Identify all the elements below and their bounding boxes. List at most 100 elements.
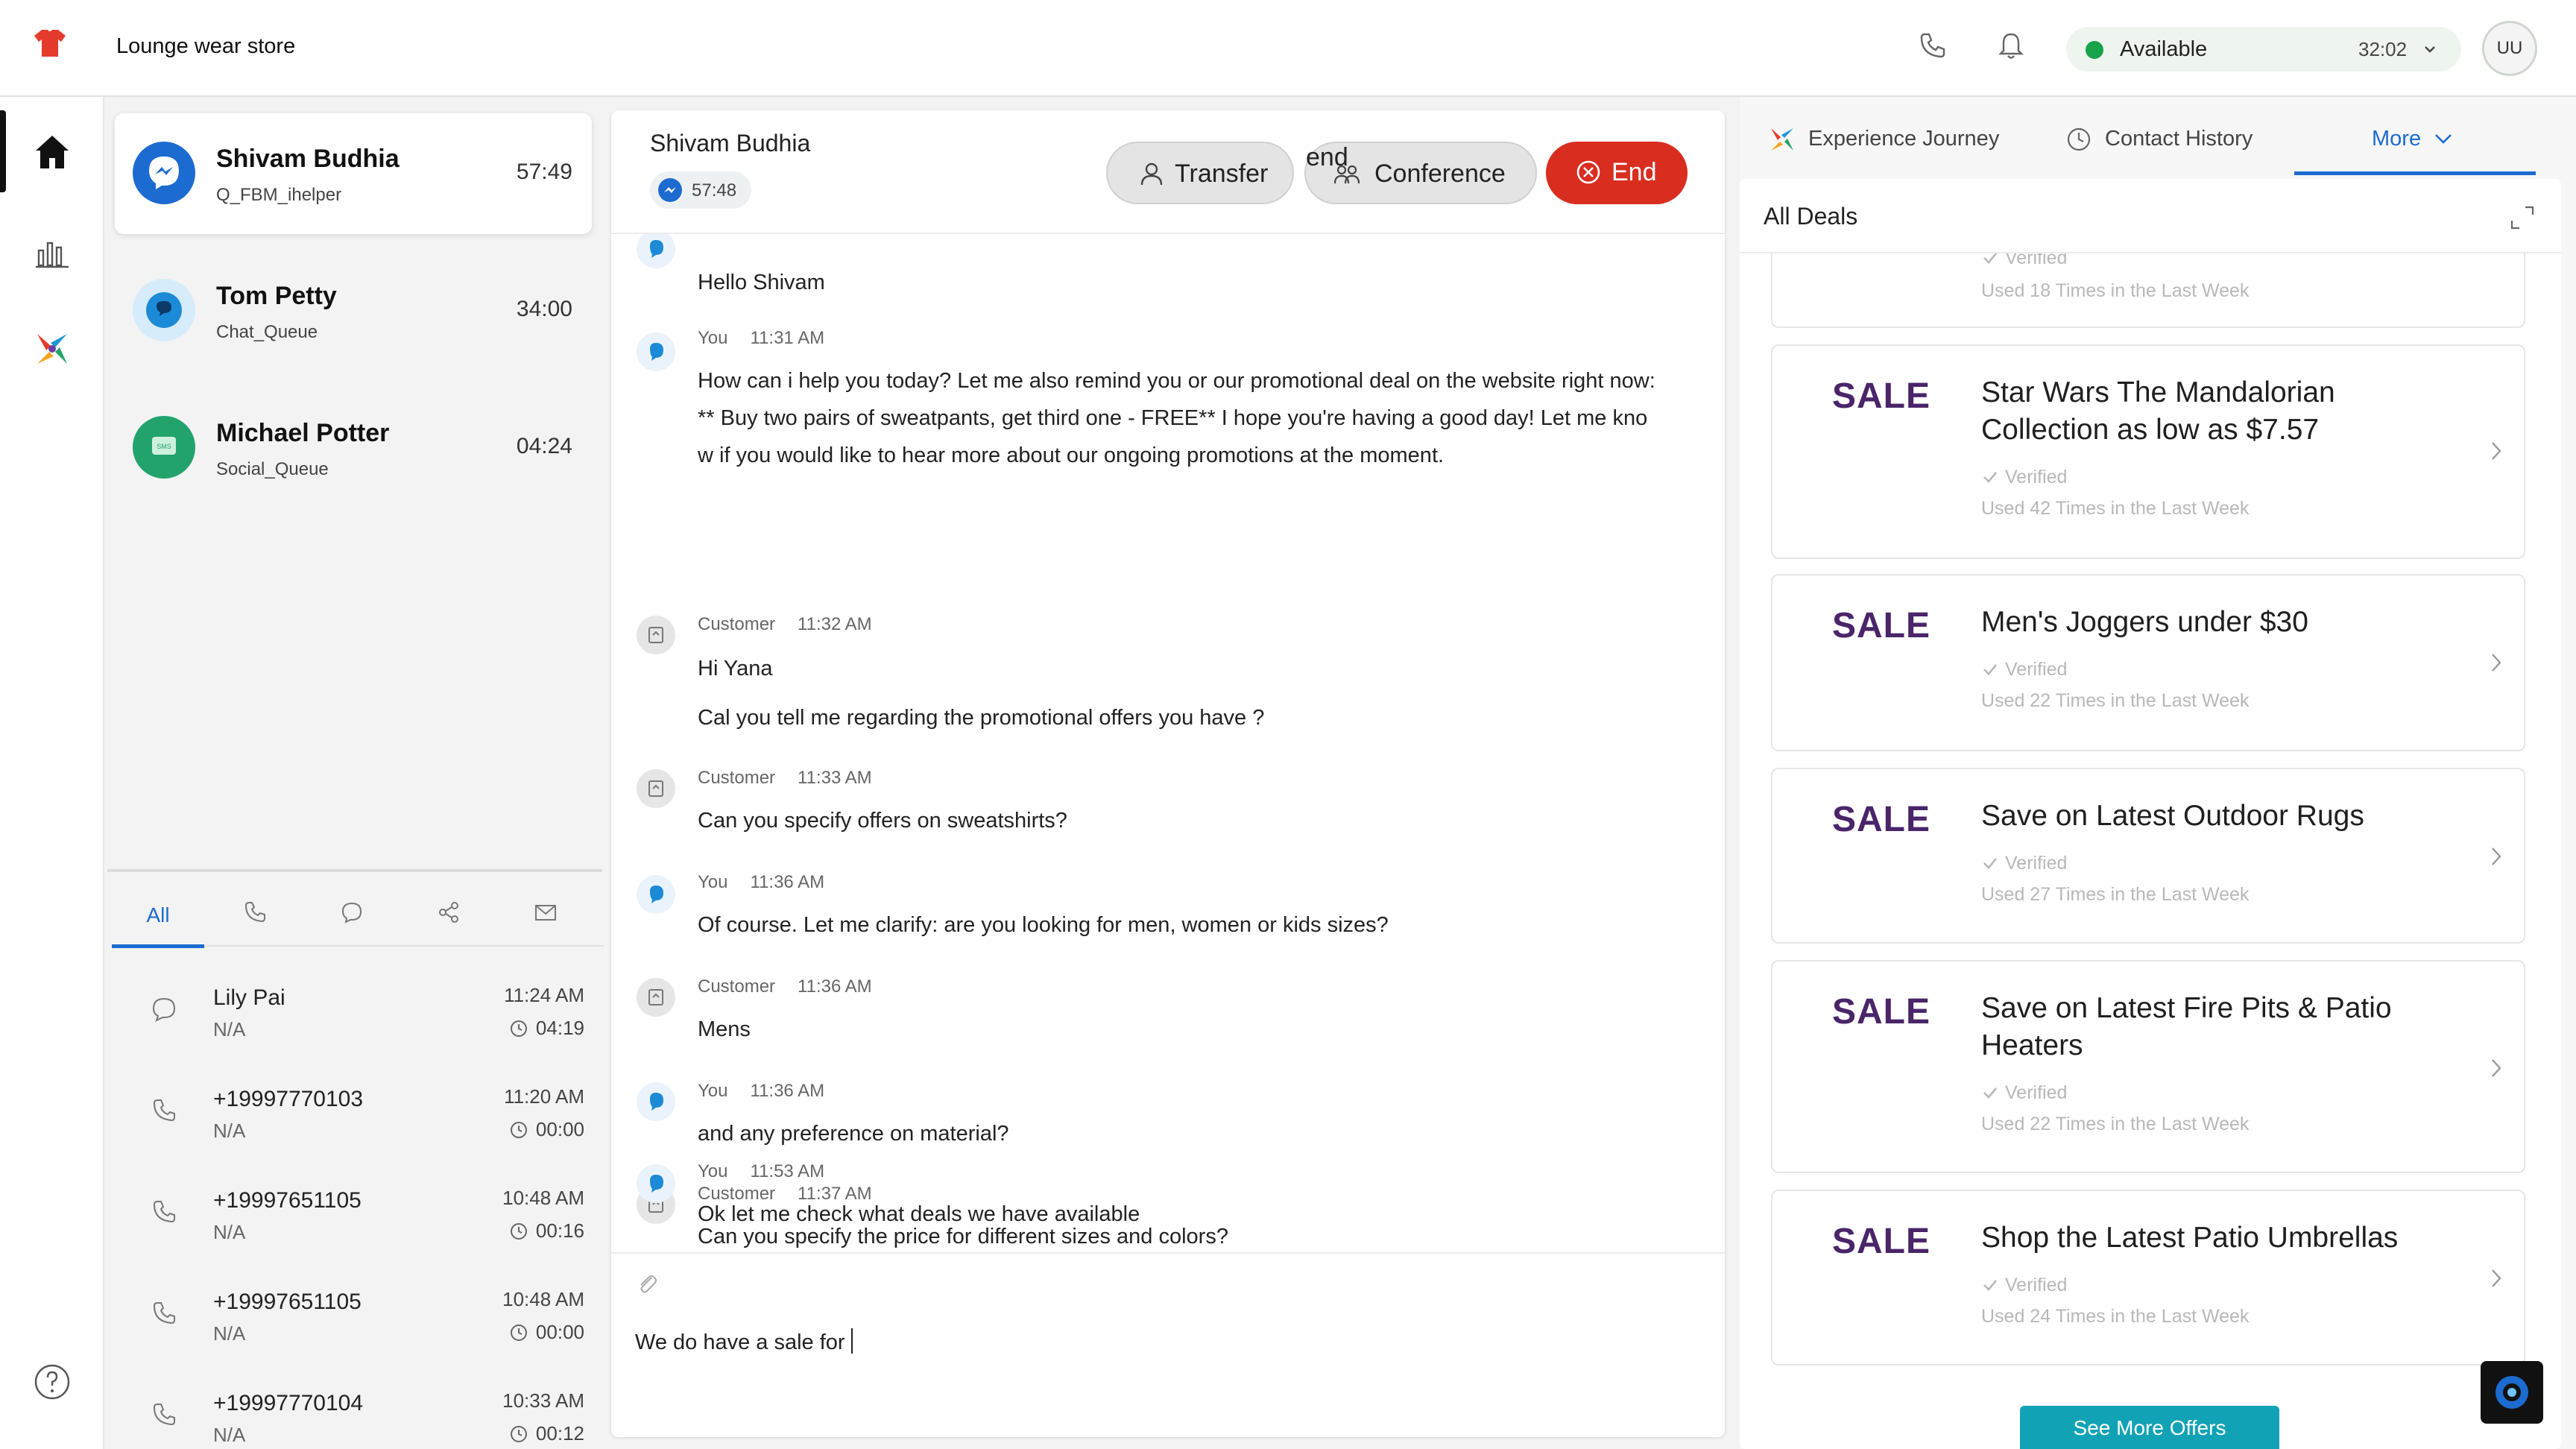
- agent-avatar-icon: [637, 1082, 675, 1121]
- text-caret: [850, 1328, 853, 1354]
- message-meta: You 11:31 AM: [698, 328, 825, 348]
- message-meta: You 11:36 AM: [698, 872, 825, 892]
- deal-card[interactable]: SALE Save on Latest Fire Pits & Patio He…: [1771, 960, 2525, 1173]
- conversation-name: Michael Potter: [216, 419, 390, 447]
- agent-status-dropdown[interactable]: Available 32:02: [2066, 27, 2461, 72]
- clock-icon: [510, 1426, 527, 1442]
- filter-tab-all[interactable]: All: [112, 880, 204, 948]
- see-more-offers-button[interactable]: See More Offers: [2020, 1406, 2279, 1449]
- conversation-queue-name: Chat_Queue: [216, 322, 318, 342]
- message-composer[interactable]: We do have a sale for: [611, 1252, 1725, 1437]
- sale-badge: SALE: [1832, 606, 1931, 645]
- history-name: +19997651105: [213, 1289, 362, 1314]
- history-time: 11:20 AM: [504, 1085, 584, 1108]
- check-icon: [1983, 472, 1997, 483]
- composer-input[interactable]: We do have a sale for: [635, 1328, 853, 1355]
- verified-label: Verified: [1981, 659, 2067, 681]
- user-avatar[interactable]: UU: [2482, 21, 2537, 76]
- filter-tab-chat[interactable]: [306, 880, 398, 947]
- history-duration: 00:16: [509, 1219, 584, 1243]
- chevron-right-icon: [2492, 1059, 2501, 1077]
- chat-timer-badge: 57:48: [650, 171, 751, 209]
- history-name: +19997770103: [213, 1087, 364, 1111]
- check-icon: [1983, 253, 1997, 264]
- tab-contact-history[interactable]: Contact History: [2105, 127, 2253, 151]
- filter-tab-email[interactable]: [499, 880, 592, 947]
- chat-timer: 57:48: [692, 180, 737, 201]
- message-meta: You 11:36 AM: [698, 1081, 825, 1101]
- phone-icon: [153, 1404, 175, 1426]
- deal-usage: Used 27 Times in the Last Week: [1981, 884, 2250, 905]
- analytics-bar-chart-icon[interactable]: [28, 228, 76, 276]
- expand-icon[interactable]: [2509, 204, 2536, 231]
- transfer-button[interactable]: Transfer: [1106, 142, 1294, 204]
- deal-usage: Used 42 Times in the Last Week: [1981, 498, 2250, 519]
- phone-icon[interactable]: [1916, 30, 1948, 63]
- history-row[interactable]: +19997770103 N/A 11:20 AM 00:00: [112, 1063, 604, 1164]
- verified-label: Verified: [1981, 853, 2067, 874]
- email-icon: [535, 905, 556, 921]
- home-icon[interactable]: [28, 128, 76, 176]
- conversation-card[interactable]: Tom Petty Chat_Queue 34:00: [115, 250, 592, 371]
- help-icon[interactable]: [31, 1361, 73, 1403]
- queue-divider[interactable]: [107, 869, 602, 872]
- tab-more[interactable]: More: [2372, 127, 2454, 151]
- svg-text:SMS: SMS: [157, 443, 171, 450]
- history-duration: 00:00: [509, 1118, 584, 1141]
- deal-card[interactable]: SALE Men's Joggers under $30 Verified Us…: [1771, 574, 2525, 751]
- end-button[interactable]: End: [1546, 142, 1688, 204]
- deals-title: All Deals: [1764, 203, 1858, 230]
- sms-icon: SMS: [133, 416, 195, 479]
- chevron-right-icon: [2492, 847, 2501, 865]
- message-text: Hi Yana: [698, 657, 773, 681]
- agent-avatar-icon: [637, 332, 675, 371]
- history-name: +19997770104: [213, 1391, 364, 1415]
- chat-bubble-icon: [341, 902, 362, 924]
- history-sub: N/A: [213, 1322, 246, 1345]
- conversation-card[interactable]: SMS Michael Potter Social_Queue 04:24: [115, 388, 592, 508]
- conversation-queue: Shivam Budhia Q_FBM_ihelper 57:49 Tom Pe…: [104, 97, 611, 1449]
- deal-card[interactable]: Verified Used 18 Times in the Last Week: [1771, 253, 2525, 328]
- deal-usage: Used 22 Times in the Last Week: [1981, 690, 2250, 711]
- floating-assistant-widget[interactable]: [2481, 1361, 2543, 1424]
- filter-tab-calls[interactable]: [209, 880, 301, 947]
- message-text: Of course. Let me clarify: are you looki…: [698, 913, 1389, 937]
- message-meta: You 11:53 AM: [698, 1161, 825, 1181]
- conversation-card[interactable]: Shivam Budhia Q_FBM_ihelper 57:49: [115, 113, 592, 234]
- history-time: 11:24 AM: [504, 984, 584, 1006]
- history-row[interactable]: +19997651105 N/A 10:48 AM 00:00: [112, 1266, 604, 1367]
- bell-icon[interactable]: [1995, 30, 2027, 63]
- message-list: Hello Shivam You 11:31 AM How can i help …: [611, 234, 1725, 1252]
- history-row[interactable]: +19997651105 N/A 10:48 AM 00:16: [112, 1164, 604, 1266]
- nav-active-indicator: [0, 110, 6, 192]
- check-icon: [1983, 858, 1997, 869]
- sale-badge: SALE: [1832, 992, 1931, 1032]
- message-text: Cal you tell me regarding the promotiona…: [698, 706, 1265, 730]
- deal-card[interactable]: SALE Star Wars The Mandalorian Collectio…: [1771, 344, 2525, 559]
- conversation-queue-name: Q_FBM_ihelper: [216, 185, 342, 205]
- deal-card[interactable]: SALE Shop the Latest Patio Umbrellas Ver…: [1771, 1190, 2525, 1366]
- experience-journey-icon[interactable]: [28, 325, 76, 373]
- history-duration: 00:12: [509, 1422, 584, 1445]
- clock-icon: [510, 1020, 527, 1037]
- conference-button[interactable]: Conference end: [1304, 142, 1537, 204]
- assistant-icon: [2496, 1376, 2528, 1409]
- filter-tab-social[interactable]: [402, 880, 495, 947]
- history-sub: N/A: [213, 1018, 246, 1041]
- attachment-paperclip-icon[interactable]: [634, 1270, 660, 1297]
- chat-panel: Shivam Budhia 57:48 Transfer Conference …: [611, 110, 1725, 1437]
- customer-avatar-icon: [637, 616, 675, 654]
- deal-card[interactable]: SALE Save on Latest Outdoor Rugs Verifie…: [1771, 768, 2525, 944]
- message-meta: Customer 11:33 AM: [698, 768, 872, 788]
- tab-experience-journey[interactable]: Experience Journey: [1808, 127, 1999, 151]
- history-row[interactable]: +19997770104 N/A 10:33 AM 00:12: [112, 1367, 604, 1449]
- phone-icon: [153, 1099, 175, 1122]
- close-circle-icon: [1576, 160, 1600, 184]
- deal-usage: Used 24 Times in the Last Week: [1981, 1306, 2250, 1327]
- conversation-name: Shivam Budhia: [216, 145, 400, 173]
- conversation-timer: 04:24: [516, 434, 572, 458]
- deals-panel: All Deals Verified Used 18 Times in the …: [1740, 179, 2561, 1449]
- message-meta: Customer 11:32 AM: [698, 614, 872, 634]
- history-row[interactable]: Lily Pai N/A 11:24 AM 04:19: [112, 962, 604, 1063]
- message-text: Can you specify offers on sweatshirts?: [698, 809, 1067, 833]
